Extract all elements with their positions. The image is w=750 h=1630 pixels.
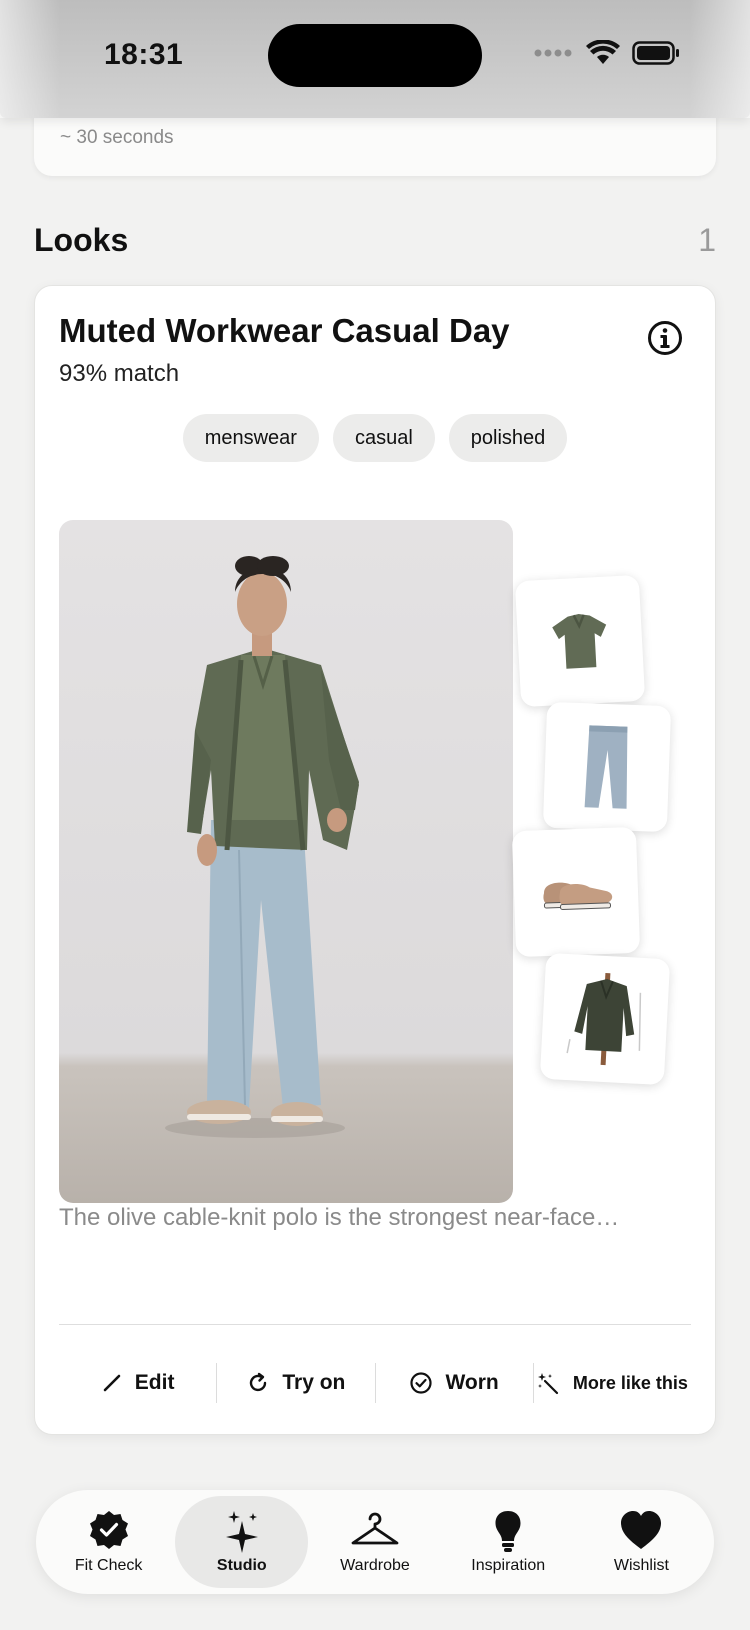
tab-fit-check[interactable]: Fit Check	[42, 1496, 175, 1588]
pencil-icon	[103, 1374, 121, 1392]
tag-chip[interactable]: casual	[332, 414, 435, 462]
dynamic-island	[268, 24, 482, 87]
edit-button[interactable]: Edit	[59, 1358, 216, 1408]
model-figure	[165, 556, 359, 1138]
magic-wand-icon	[537, 1373, 558, 1395]
duration-text: ~ 30 seconds	[60, 127, 174, 148]
item-thumbnail-jacket[interactable]	[539, 952, 671, 1086]
worn-label: Worn	[445, 1371, 499, 1394]
tab-label: Wishlist	[613, 1557, 669, 1574]
tab-label: Wardrobe	[340, 1557, 410, 1574]
jacket-icon	[566, 972, 642, 1066]
divider	[59, 1324, 691, 1325]
try-on-label: Try on	[282, 1371, 346, 1394]
action-bar: Edit Try on Worn More like this	[59, 1358, 691, 1408]
outfit-photo[interactable]	[59, 520, 513, 1203]
worn-button[interactable]: Worn	[376, 1358, 533, 1408]
tag-chip[interactable]: polished	[448, 414, 568, 462]
tab-wardrobe[interactable]: Wardrobe	[308, 1496, 441, 1588]
info-icon	[648, 321, 682, 355]
polo-icon	[552, 614, 607, 669]
look-description[interactable]: The olive cable-knit polo is the stronge…	[59, 1204, 689, 1232]
battery-icon	[632, 41, 680, 65]
tab-label: Studio	[216, 1557, 267, 1574]
item-thumbnail-loafers[interactable]	[511, 826, 641, 958]
jeans-icon	[584, 725, 628, 809]
tab-wishlist[interactable]: Wishlist	[575, 1496, 708, 1588]
info-button[interactable]	[647, 320, 683, 356]
tag-list: menswear casual polished	[35, 414, 715, 462]
sparkles-icon	[225, 1511, 258, 1553]
try-on-button[interactable]: Try on	[217, 1358, 374, 1408]
status-bar: 18:31	[0, 0, 750, 118]
tag-chip[interactable]: menswear	[182, 414, 319, 462]
tab-bar: Fit Check Studio Wardrobe Inspiration Wi…	[36, 1490, 714, 1594]
check-circle-icon	[410, 1372, 433, 1394]
tab-label: Fit Check	[74, 1557, 143, 1574]
refresh-icon	[250, 1372, 267, 1392]
status-icons	[534, 40, 680, 66]
status-time: 18:31	[104, 38, 184, 71]
edit-label: Edit	[134, 1371, 175, 1394]
look-card[interactable]: Muted Workwear Casual Day 93% match mens…	[34, 285, 716, 1435]
item-thumbnail-jeans[interactable]	[542, 701, 672, 833]
match-score: 93% match	[59, 360, 180, 387]
loafers-icon	[543, 882, 613, 910]
looks-count: 1	[698, 222, 716, 258]
tab-studio[interactable]: Studio	[175, 1496, 309, 1588]
item-thumbnail-polo[interactable]	[514, 574, 646, 708]
tab-label: Inspiration	[471, 1557, 546, 1574]
tab-inspiration[interactable]: Inspiration	[442, 1496, 575, 1588]
more-like-this-label: More like this	[572, 1372, 688, 1393]
signal-icon	[534, 49, 574, 57]
looks-title: Looks	[34, 222, 129, 258]
look-title: Muted Workwear Casual Day	[59, 312, 510, 349]
lightbulb-icon	[495, 1511, 521, 1552]
hanger-icon	[351, 1512, 399, 1545]
verified-badge-icon	[89, 1511, 128, 1549]
more-like-this-button[interactable]: More like this	[534, 1358, 691, 1408]
heart-icon	[621, 1511, 662, 1549]
wifi-icon	[586, 40, 620, 66]
